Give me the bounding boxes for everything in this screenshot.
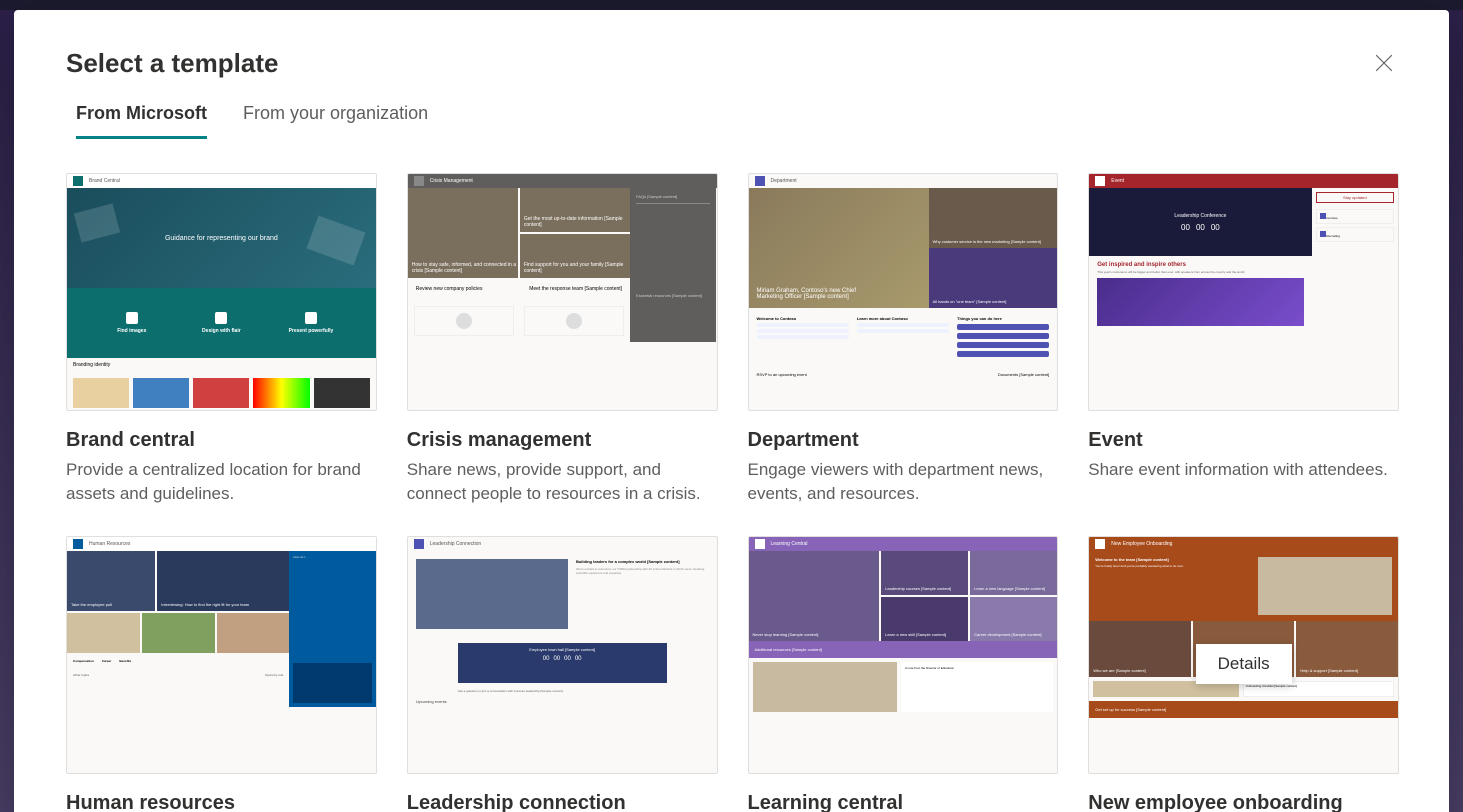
template-card-event[interactable]: Event Leadership Conference 000000 Get i…	[1088, 173, 1399, 506]
template-card-human-resources[interactable]: Human Resources Take the employee poll I…	[66, 536, 377, 812]
tabs: From Microsoft From your organization	[14, 79, 1449, 139]
template-description: Provide a centralized location for brand…	[66, 458, 377, 506]
thumb-header: Brand Central	[89, 178, 120, 184]
thumb-header: Leadership Connection	[430, 541, 481, 547]
template-title: New employee onboarding	[1088, 792, 1399, 812]
template-card-leadership-connection[interactable]: Leadership Connection Building leaders f…	[407, 536, 718, 812]
template-title: Brand central	[66, 429, 377, 452]
template-title: Learning central	[748, 792, 1059, 812]
template-thumbnail: Learning Central Never stop learning [Sa…	[748, 536, 1059, 774]
template-title: Crisis management	[407, 429, 718, 452]
details-button[interactable]: Details	[1196, 644, 1292, 684]
tab-from-organization[interactable]: From your organization	[243, 103, 428, 139]
template-card-brand-central[interactable]: Brand Central Guidance for representing …	[66, 173, 377, 506]
thumb-header: Event	[1111, 178, 1124, 184]
template-title: Department	[748, 429, 1059, 452]
template-thumbnail: Brand Central Guidance for representing …	[66, 173, 377, 411]
template-thumbnail: Department Miriam Graham, Contoso's new …	[748, 173, 1059, 411]
thumb-header: Crisis Management	[430, 178, 473, 184]
template-description: Engage viewers with department news, eve…	[748, 458, 1059, 506]
template-picker-modal: Select a template From Microsoft From yo…	[14, 10, 1449, 812]
thumb-header: New Employee Onboarding	[1111, 541, 1172, 547]
template-card-crisis-management[interactable]: Crisis Management How to stay safe, info…	[407, 173, 718, 506]
close-button[interactable]	[1369, 48, 1399, 78]
thumb-header: Human Resources	[89, 541, 130, 547]
template-thumbnail: Crisis Management How to stay safe, info…	[407, 173, 718, 411]
template-title: Event	[1088, 429, 1399, 452]
thumb-header: Department	[771, 178, 797, 184]
template-description: Share news, provide support, and connect…	[407, 458, 718, 506]
template-title: Leadership connection	[407, 792, 718, 812]
modal-header: Select a template	[14, 10, 1449, 79]
close-icon	[1375, 54, 1393, 72]
template-grid: Brand Central Guidance for representing …	[14, 139, 1449, 812]
template-thumbnail: Leadership Connection Building leaders f…	[407, 536, 718, 774]
tab-from-microsoft[interactable]: From Microsoft	[76, 103, 207, 139]
modal-title: Select a template	[66, 48, 278, 79]
thumb-hero-text: Guidance for representing our brand	[165, 235, 278, 242]
template-description: Share event information with attendees.	[1088, 458, 1399, 482]
template-title: Human resources	[66, 792, 377, 812]
app-top-bar	[0, 0, 1463, 10]
template-card-department[interactable]: Department Miriam Graham, Contoso's new …	[748, 173, 1059, 506]
template-card-learning-central[interactable]: Learning Central Never stop learning [Sa…	[748, 536, 1059, 812]
template-thumbnail: Human Resources Take the employee poll I…	[66, 536, 377, 774]
template-card-new-employee-onboarding[interactable]: Details New Employee Onboarding Welcome …	[1088, 536, 1399, 812]
template-thumbnail: Event Leadership Conference 000000 Get i…	[1088, 173, 1399, 411]
thumb-header: Learning Central	[771, 541, 808, 547]
